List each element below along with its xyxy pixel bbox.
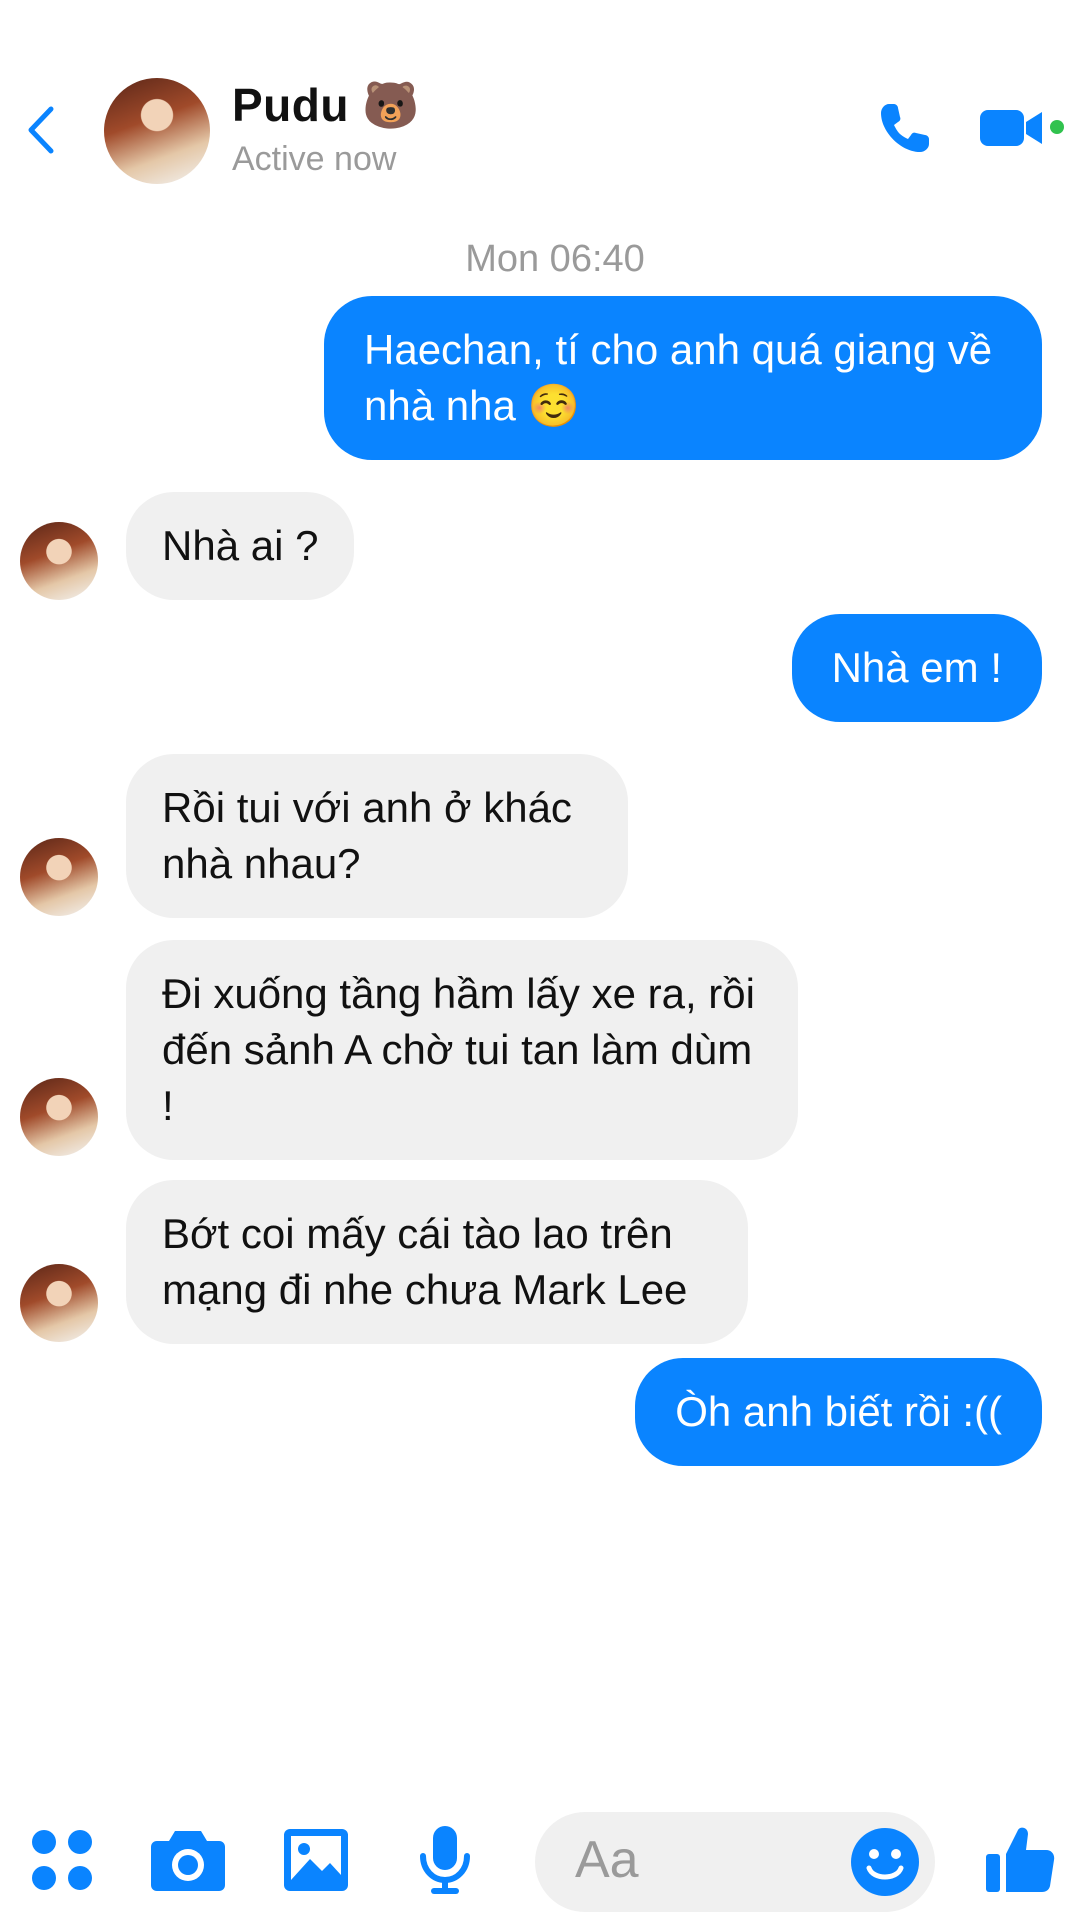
emoji-button[interactable] [849,1826,921,1898]
sent-message[interactable]: Haechan, tí cho anh quá giang về nhà nha… [324,296,1042,460]
voice-message-button[interactable] [405,1820,485,1900]
microphone-icon [420,1826,470,1894]
video-camera-icon [980,110,1042,146]
online-indicator [1050,120,1064,134]
camera-button[interactable] [148,1820,228,1900]
contact-avatar[interactable] [104,78,210,184]
apps-button[interactable] [22,1820,102,1900]
contact-avatar-small [20,522,98,600]
contact-avatar-small [20,1078,98,1156]
back-button[interactable] [18,100,62,160]
thumbs-up-icon [986,1827,1055,1892]
chat-header: Pudu 🐻 Active now [0,0,1080,210]
four-dots-icon [32,1830,92,1890]
messenger-chat-screen: Pudu 🐻 Active now Mon 06:40 Haechan, tí … [0,0,1080,1920]
received-message[interactable]: Nhà ai ? [126,492,355,600]
phone-icon [881,104,929,152]
like-button[interactable] [980,1820,1060,1900]
active-status: Active now [232,140,397,178]
message-timestamp: Mon 06:40 [465,238,645,280]
smiley-icon [851,1828,919,1896]
video-call-button[interactable] [978,104,1046,152]
sent-message[interactable]: Nhà em ! [791,614,1042,722]
message-input[interactable]: Aa [535,1812,935,1912]
contact-name[interactable]: Pudu 🐻 [232,78,420,133]
sent-message[interactable]: Òh anh biết rồi :(( [635,1358,1042,1466]
contact-avatar-small [20,1264,98,1342]
message-input-placeholder: Aa [575,1831,639,1889]
image-icon [284,1829,348,1891]
voice-call-button[interactable] [875,98,935,158]
received-message[interactable]: Bớt coi mấy cái tào lao trên mạng đi nhe… [126,1180,748,1344]
chevron-left-icon [28,106,54,154]
received-message[interactable]: Rồi tui với anh ở khác nhà nhau? [126,754,628,918]
camera-icon [151,1831,225,1891]
contact-avatar-small [20,838,98,916]
composer-toolbar: Aa [0,1790,1080,1920]
gallery-button[interactable] [276,1820,356,1900]
received-message[interactable]: Đi xuống tầng hầm lấy xe ra, rồi đến sản… [126,940,798,1160]
